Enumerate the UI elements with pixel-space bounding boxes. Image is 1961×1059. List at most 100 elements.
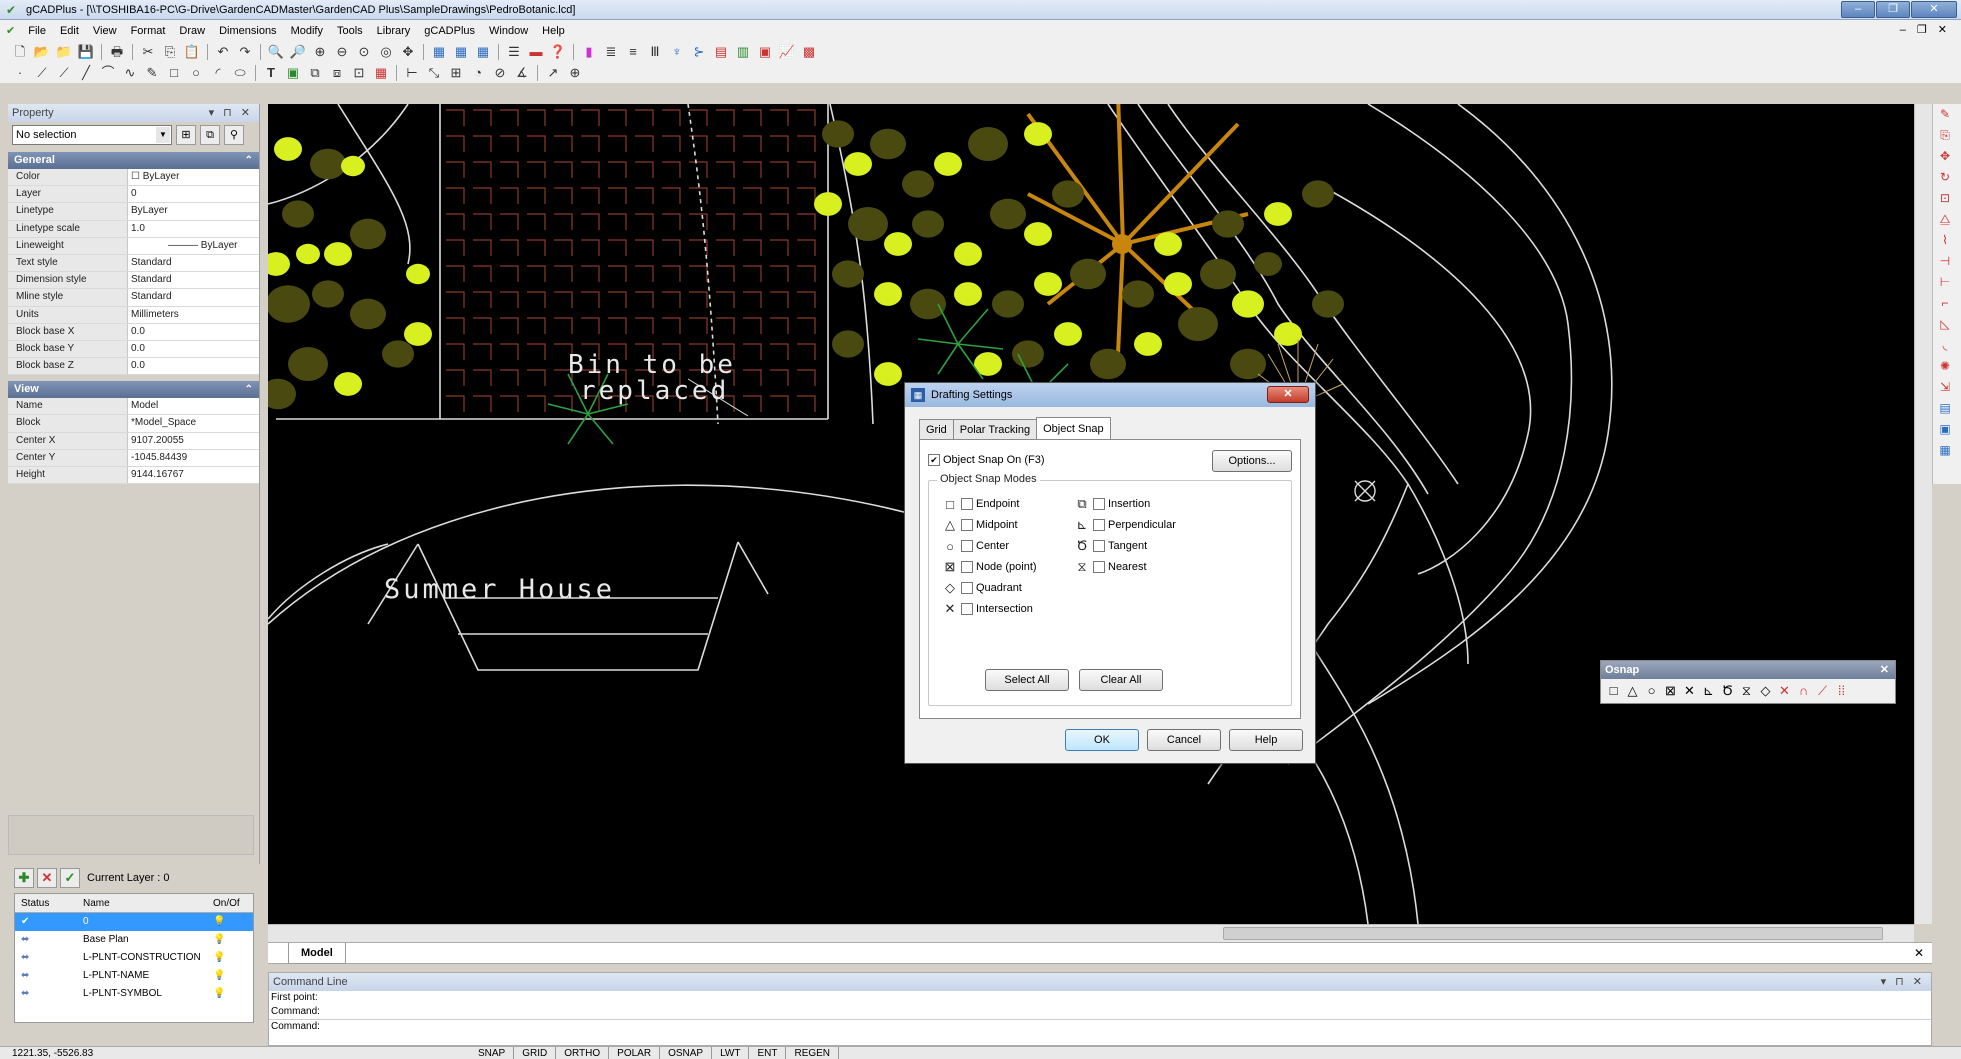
zoom-previous-icon[interactable]: ⊖ [332,43,352,61]
perpendicular-snap-icon[interactable]: ⊾ [1700,682,1717,700]
cancel-button[interactable]: Cancel [1147,729,1221,751]
cut-icon[interactable]: ✂ [138,43,158,61]
selection-dropdown[interactable]: No selection ▼ [12,125,172,145]
line-icon[interactable]: ⟋ [32,64,52,82]
menu-file[interactable]: File [21,22,53,40]
mode-midpoint[interactable]: △ Midpoint [941,516,1018,534]
ent-toggle[interactable]: ENT [749,1047,787,1059]
property-row[interactable]: Center Y -1045.84439 [8,449,259,467]
mode-perpendicular[interactable]: ⊾ Perpendicular [1073,516,1176,534]
menu-dimensions[interactable]: Dimensions [212,22,283,40]
plant-symbol-icon[interactable]: ♆ [667,43,687,61]
nearest-snap-icon[interactable]: ⧖ [1738,682,1755,700]
undo-icon[interactable]: ↶ [213,43,233,61]
tangent-snap-icon[interactable]: Ծ [1719,682,1736,700]
menu-tools[interactable]: Tools [330,22,370,40]
clear-snap-icon[interactable]: ✕ [1776,682,1793,700]
magnet-icon[interactable]: ∩ [1795,682,1812,700]
property-row[interactable]: Dimension style Standard [8,272,259,290]
dialog-close-button[interactable]: ✕ [1267,386,1309,403]
property-row[interactable]: Lineweight ——— ByLayer [8,237,259,255]
quadrant-snap-icon[interactable]: ◇ [1757,682,1774,700]
dialog-title-bar[interactable]: ▦ Drafting Settings ✕ [905,383,1315,407]
property-row[interactable]: Linetype scale 1.0 [8,220,259,238]
property-row[interactable]: Text style Standard [8,254,259,273]
menu-draw[interactable]: Draw [172,22,212,40]
ellipse-icon[interactable]: ⬭ [230,64,250,82]
mode-center[interactable]: ○ Center [941,537,1009,555]
tab-model[interactable]: Model [288,943,346,964]
mode-tangent[interactable]: Ծ Tangent [1073,537,1147,555]
column-header-name[interactable]: Name [77,894,209,912]
property-row[interactable]: Layer 0 [8,186,259,204]
menu-help[interactable]: Help [535,22,572,40]
property-row[interactable]: Block *Model_Space [8,415,259,433]
column-header-status[interactable]: Status [15,894,77,912]
paste-icon[interactable]: 📋 [182,43,202,61]
mdi-controls[interactable]: – ❐ ✕ [1900,23,1951,36]
ortho-toggle[interactable]: ORTHO [556,1047,610,1059]
zoom-window-icon[interactable]: ⊕ [310,43,330,61]
spline-icon[interactable]: ∿ [120,64,140,82]
stretch-icon[interactable]: ⇲ [1933,377,1957,398]
point-icon[interactable]: · [10,64,30,82]
scroll-thumb[interactable] [1223,927,1883,940]
linetype-icon[interactable]: ≡ [623,43,643,61]
checkbox[interactable] [961,498,973,510]
intersection-snap-icon[interactable]: ✕ [1681,682,1698,700]
clear-all-button[interactable]: Clear All [1079,669,1163,691]
properties-icon[interactable]: ▤ [1933,398,1957,419]
mode-node[interactable]: ⊠ Node (point) [941,558,1037,576]
collapse-icon[interactable]: ⌃ [245,152,253,169]
osnap-toggle[interactable]: OSNAP [660,1047,713,1059]
lightbulb-icon[interactable]: 💡 [209,931,249,949]
close-icon[interactable]: ✕ [1914,946,1924,960]
copy-icon[interactable]: ⎘ [160,43,180,61]
color-bar-icon[interactable]: ▮ [579,43,599,61]
view-section-header[interactable]: View ⌃ [8,381,259,399]
new-file-icon[interactable]: 🗋 [10,43,30,61]
open-template-icon[interactable]: 📁 [54,43,74,61]
mirror-icon[interactable]: ⧋ [1933,209,1957,230]
collapse-icon[interactable]: ⌃ [245,381,253,398]
extend-icon[interactable]: ⊢ [1933,272,1957,293]
open-file-icon[interactable]: 📂 [32,43,52,61]
dim-radius-icon[interactable]: ◔ [468,64,488,82]
object-snap-on-checkbox[interactable]: ✔ Object Snap On (F3) [928,454,1045,467]
tab-grid[interactable]: Grid [919,419,954,439]
layer-row[interactable]: ✔ 0 💡 [15,913,253,931]
layers-manager-icon[interactable]: ≣ [601,43,621,61]
select-all-button[interactable]: Select All [985,669,1069,691]
zoom-in-icon[interactable]: 🔍 [266,43,286,61]
columns-icon[interactable]: Ⅲ [645,43,665,61]
lwt-toggle[interactable]: LWT [712,1047,750,1059]
checkbox[interactable] [961,540,973,552]
arc-icon[interactable]: ◜ [208,64,228,82]
lightbulb-off-icon[interactable]: 💡 [209,949,249,967]
horizontal-scrollbar[interactable] [268,924,1914,942]
tab-object-snap[interactable]: Object Snap [1036,417,1111,439]
dim-ordinate-icon[interactable]: ⊞ [446,64,466,82]
polyline-icon[interactable]: ⟋ [54,64,74,82]
mode-intersection[interactable]: ✕ Intersection [941,600,1033,618]
hatch-fill-icon[interactable]: ▦ [371,64,391,82]
new-layer-icon[interactable]: ✚ [14,868,34,888]
circle-icon[interactable]: ○ [186,64,206,82]
mode-insertion[interactable]: ⧉ Insertion [1073,495,1150,513]
explode-icon[interactable]: ✺ [1933,356,1957,377]
panel-controls[interactable]: ▾ ⊓ ✕ [209,104,253,122]
checkbox[interactable] [961,561,973,573]
menu-view[interactable]: View [86,22,124,40]
midpoint-snap-icon[interactable]: △ [1624,682,1641,700]
fillet-icon[interactable]: ◟ [1933,335,1957,356]
zoom-out-icon[interactable]: 🔎 [288,43,308,61]
checkbox[interactable] [1093,561,1105,573]
checkbox-checked-icon[interactable]: ✔ [928,454,940,467]
view-icon-1[interactable]: ▦ [429,43,449,61]
ok-button[interactable]: OK [1065,729,1139,751]
tab-polar-tracking[interactable]: Polar Tracking [952,419,1038,439]
plant-table-icon[interactable]: ▥ [733,43,753,61]
snap-settings-icon[interactable]: ⟋ [1814,682,1831,700]
mode-nearest[interactable]: ⧖ Nearest [1073,558,1146,576]
regen-toggle[interactable]: REGEN [786,1047,840,1059]
